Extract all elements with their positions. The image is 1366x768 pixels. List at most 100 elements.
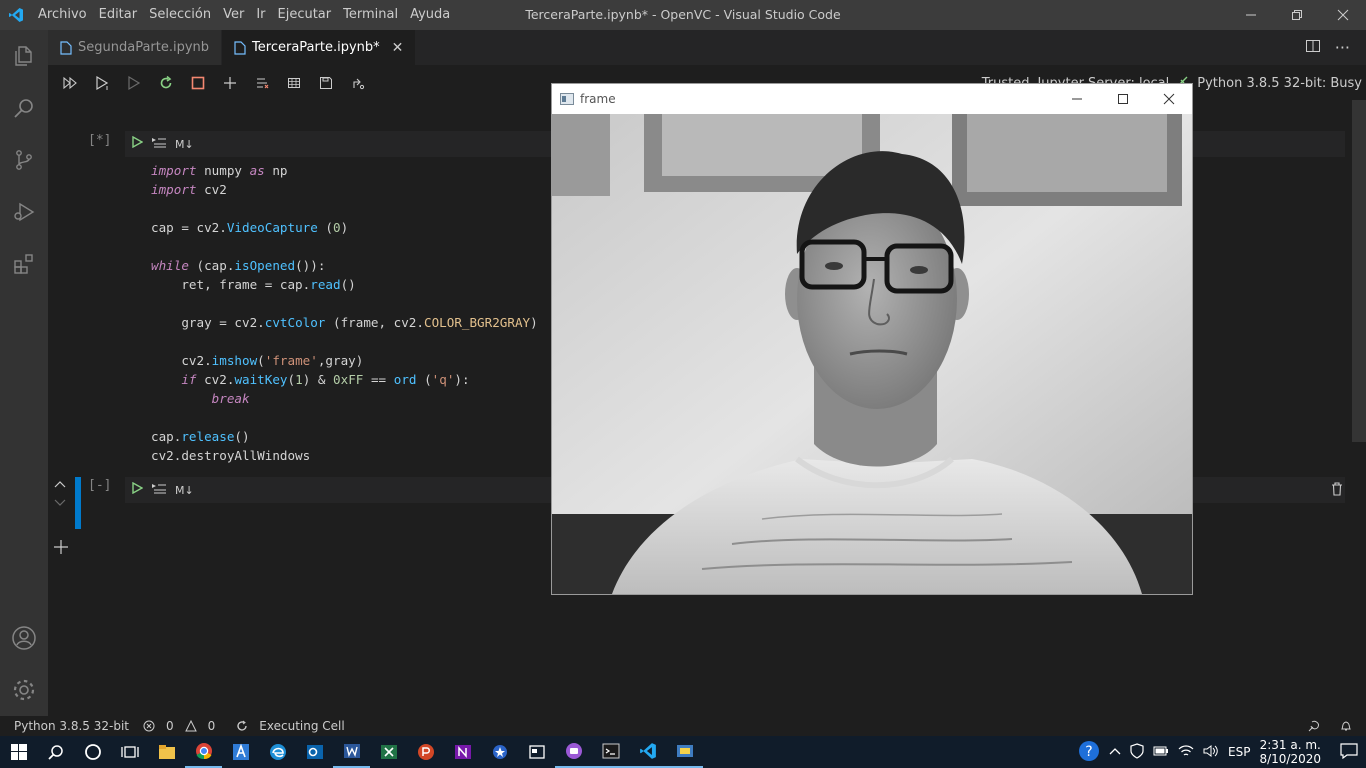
interrupt-kernel-icon[interactable] <box>182 69 214 97</box>
app-purple-icon[interactable] <box>555 736 592 768</box>
move-cell-down-icon[interactable] <box>54 497 66 512</box>
app-star-icon[interactable] <box>481 736 518 768</box>
status-bar: Python 3.8.5 32-bit 0 0 Executing Cell <box>0 716 1366 736</box>
markdown-toggle[interactable]: M↓ <box>175 138 194 151</box>
edge-icon[interactable] <box>259 736 296 768</box>
webcam-grayscale-image <box>552 114 1192 594</box>
clock[interactable]: 2:31 a. m. 8/10/2020 <box>1259 738 1321 766</box>
variables-icon[interactable] <box>278 69 310 97</box>
export-icon[interactable] <box>342 69 374 97</box>
tab-tercera-parte[interactable]: TerceraParte.ipynb* ✕ <box>222 30 417 65</box>
search-icon[interactable] <box>0 82 48 134</box>
tab-segunda-parte[interactable]: SegundaParte.ipynb <box>48 30 223 65</box>
editor-scrollbar[interactable] <box>1352 100 1366 442</box>
menu-editar[interactable]: Editar <box>93 0 144 30</box>
clock-time: 2:31 a. m. <box>1259 738 1321 752</box>
taskbar-search-icon[interactable] <box>37 736 74 768</box>
cell-execution-count: [*] <box>88 133 112 148</box>
run-debug-icon[interactable] <box>0 186 48 238</box>
add-cell-plus-icon[interactable] <box>53 539 69 559</box>
more-actions-icon[interactable]: ··· <box>1335 38 1350 57</box>
close-tab-icon[interactable]: ✕ <box>392 40 404 56</box>
cortana-icon[interactable] <box>74 736 111 768</box>
system-tray: ? ESP 2:31 a. m. 8/10/2020 <box>1078 736 1366 768</box>
frame-close-button[interactable] <box>1146 84 1192 114</box>
task-view-icon[interactable] <box>111 736 148 768</box>
volume-icon[interactable] <box>1203 744 1219 761</box>
vscode-taskbar-icon[interactable] <box>629 736 666 768</box>
powerpoint-icon[interactable] <box>407 736 444 768</box>
onenote-icon[interactable] <box>444 736 481 768</box>
frame-maximize-button[interactable] <box>1100 84 1146 114</box>
chrome-icon[interactable] <box>185 736 222 768</box>
restore-button[interactable] <box>1274 0 1320 30</box>
problems-indicator[interactable]: 0 0 <box>136 719 229 733</box>
minimize-button[interactable] <box>1228 0 1274 30</box>
svg-text:?: ? <box>1085 744 1092 760</box>
windows-taskbar: ? ESP 2:31 a. m. 8/10/2020 <box>0 736 1366 768</box>
split-editor-icon[interactable] <box>1305 38 1321 58</box>
show-hidden-icons-chevron-icon[interactable] <box>1109 745 1121 759</box>
tab-label: SegundaParte.ipynb <box>78 40 210 55</box>
explorer-icon[interactable] <box>0 30 48 82</box>
app-window-icon[interactable] <box>518 736 555 768</box>
opencv-frame-window[interactable]: frame <box>551 83 1193 595</box>
delete-cell-icon[interactable] <box>1331 482 1343 500</box>
windows-start-icon[interactable] <box>0 736 37 768</box>
run-below-icon[interactable] <box>118 69 150 97</box>
menu-ir[interactable]: Ir <box>250 0 271 30</box>
menu-ver[interactable]: Ver <box>217 0 250 30</box>
python-interpreter[interactable]: Python 3.8.5 32-bit <box>0 719 136 733</box>
account-icon[interactable] <box>0 612 48 664</box>
run-by-line-icon[interactable] <box>151 482 167 498</box>
notebook-file-icon <box>60 40 72 55</box>
battery-icon[interactable] <box>1153 745 1169 760</box>
word-icon[interactable] <box>333 736 370 768</box>
run-cell-icon[interactable] <box>131 481 144 498</box>
security-shield-icon[interactable] <box>1130 742 1144 762</box>
input-language[interactable]: ESP <box>1228 745 1250 759</box>
code-editor[interactable]: import numpy as np import cv2 cap = cv2.… <box>151 161 538 465</box>
extensions-icon[interactable] <box>0 238 48 290</box>
source-control-icon[interactable] <box>0 134 48 186</box>
frame-minimize-button[interactable] <box>1054 84 1100 114</box>
add-cell-icon[interactable] <box>214 69 246 97</box>
tab-label: TerceraParte.ipynb* <box>252 40 380 55</box>
editor-tabs: SegundaParte.ipynb TerceraParte.ipynb* ✕… <box>48 30 1366 65</box>
clear-outputs-icon[interactable] <box>246 69 278 97</box>
settings-gear-icon[interactable] <box>0 664 48 716</box>
kernel-status[interactable]: Python 3.8.5 32-bit: Busy <box>1197 76 1362 91</box>
notebook-file-icon <box>234 40 246 55</box>
menu-archivo[interactable]: Archivo <box>32 0 93 30</box>
terminal-icon[interactable] <box>592 736 629 768</box>
excel-icon[interactable] <box>370 736 407 768</box>
action-center-icon[interactable] <box>1330 742 1358 762</box>
python-app-icon[interactable] <box>666 736 703 768</box>
notifications-bell-icon[interactable] <box>1332 719 1360 733</box>
warning-icon <box>184 720 197 732</box>
warning-count: 0 <box>207 719 216 733</box>
run-above-icon[interactable] <box>86 69 118 97</box>
help-icon[interactable]: ? <box>1078 740 1100 765</box>
menu-terminal[interactable]: Terminal <box>337 0 404 30</box>
close-window-button[interactable] <box>1320 0 1366 30</box>
markdown-toggle[interactable]: M↓ <box>175 484 194 497</box>
run-cell-icon[interactable] <box>131 135 144 152</box>
run-all-icon[interactable] <box>54 69 86 97</box>
window-app-icon <box>560 93 574 105</box>
wifi-icon[interactable] <box>1178 744 1194 761</box>
save-icon[interactable] <box>310 69 342 97</box>
feedback-icon[interactable] <box>1300 719 1328 733</box>
outlook-icon[interactable] <box>296 736 333 768</box>
title-bar: Archivo Editar Selección Ver Ir Ejecutar… <box>0 0 1366 30</box>
menu-ayuda[interactable]: Ayuda <box>404 0 456 30</box>
run-by-line-icon[interactable] <box>151 136 167 152</box>
file-explorer-icon[interactable] <box>148 736 185 768</box>
typora-app-icon[interactable] <box>222 736 259 768</box>
restart-kernel-icon[interactable] <box>150 69 182 97</box>
cell-execution-count: [-] <box>88 478 112 493</box>
menu-ejecutar[interactable]: Ejecutar <box>272 0 338 30</box>
activity-bar <box>0 30 48 716</box>
move-cell-up-icon[interactable] <box>54 478 66 493</box>
menu-seleccion[interactable]: Selección <box>143 0 217 30</box>
